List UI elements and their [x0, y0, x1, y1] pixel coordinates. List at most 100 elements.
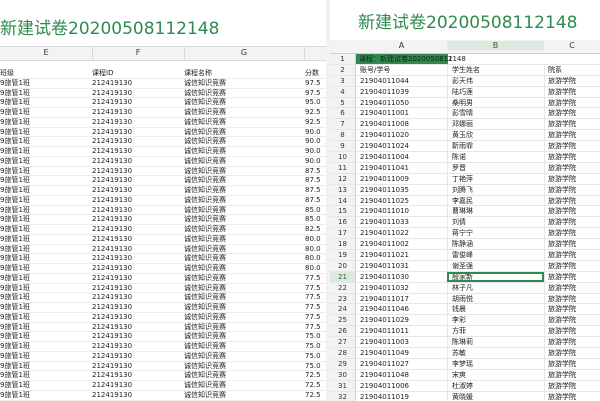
score-cell[interactable]: 92.5: [305, 108, 321, 118]
score-cell[interactable]: 77.5: [305, 284, 321, 294]
course-name-cell[interactable]: 诚信知识竞赛: [184, 79, 226, 89]
column-header-e[interactable]: E: [0, 48, 92, 57]
class-cell[interactable]: 9旅管1班: [0, 225, 30, 235]
course-name-cell[interactable]: 诚信知识竞赛: [184, 323, 226, 333]
department-cell[interactable]: 旅游学院: [548, 348, 576, 359]
score-cell[interactable]: 97.5: [305, 79, 321, 89]
student-name-cell[interactable]: 陆巧莲: [452, 87, 473, 98]
course-id-cell[interactable]: 212419130: [92, 313, 132, 323]
account-cell[interactable]: 21904011039: [360, 87, 409, 98]
score-cell[interactable]: 77.5: [305, 293, 321, 303]
row-number[interactable]: 21: [330, 271, 356, 282]
row-number[interactable]: 18: [330, 239, 356, 250]
course-name-cell[interactable]: 诚信知识竞赛: [184, 391, 226, 401]
score-cell[interactable]: 72.5: [305, 371, 321, 381]
department-cell[interactable]: 旅游学院: [548, 217, 576, 228]
score-cell[interactable]: 82.5: [305, 225, 321, 235]
course-id-cell[interactable]: 212419130: [92, 352, 132, 362]
account-cell[interactable]: 21904011046: [360, 304, 409, 315]
course-name-cell[interactable]: 诚信知识竞赛: [184, 332, 226, 342]
column-header-f[interactable]: F: [92, 48, 184, 57]
class-cell[interactable]: 9旅管1班: [0, 157, 30, 167]
account-cell[interactable]: 21904011010: [360, 206, 409, 217]
course-name-cell[interactable]: 诚信知识竞赛: [184, 108, 226, 118]
course-name-cell[interactable]: 诚信知识竞赛: [184, 128, 226, 138]
score-cell[interactable]: 97.5: [305, 89, 321, 99]
account-cell[interactable]: 21904011030: [360, 272, 409, 283]
account-cell[interactable]: 21904011035: [360, 185, 409, 196]
student-name-cell[interactable]: 罗晋: [452, 163, 466, 174]
course-id-cell[interactable]: 212419130: [92, 264, 132, 274]
row-number[interactable]: 12: [330, 173, 356, 184]
class-cell[interactable]: 9旅管1班: [0, 391, 30, 401]
course-name-cell[interactable]: 诚信知识竞赛: [184, 284, 226, 294]
header-student-name[interactable]: 学生姓名: [452, 65, 480, 76]
account-cell[interactable]: 21904011048: [360, 370, 409, 381]
account-cell[interactable]: 21904011002: [360, 239, 409, 250]
class-cell[interactable]: 9旅管1班: [0, 206, 30, 216]
student-name-cell[interactable]: 彭天伟: [452, 76, 473, 87]
row-number[interactable]: 9: [330, 141, 356, 152]
account-cell[interactable]: 21904011021: [360, 250, 409, 261]
course-name-cell[interactable]: 诚信知识竞赛: [184, 235, 226, 245]
account-cell[interactable]: 21904011006: [360, 381, 409, 392]
class-cell[interactable]: 9旅管1班: [0, 167, 30, 177]
course-id-cell[interactable]: 212419130: [92, 118, 132, 128]
score-cell[interactable]: 72.5: [305, 391, 321, 401]
account-cell[interactable]: 21904011001: [360, 108, 409, 119]
course-id-cell[interactable]: 212419130: [92, 206, 132, 216]
student-name-cell[interactable]: 方菲: [452, 326, 466, 337]
row-number[interactable]: 8: [330, 130, 356, 141]
row-number[interactable]: 2: [330, 64, 356, 75]
account-cell[interactable]: 21904011033: [360, 217, 409, 228]
course-name-cell[interactable]: 诚信知识竞赛: [184, 264, 226, 274]
course-id-cell[interactable]: 212419130: [92, 245, 132, 255]
course-id-cell[interactable]: 212419130: [92, 79, 132, 89]
score-cell[interactable]: 77.5: [305, 303, 321, 313]
score-cell[interactable]: 87.5: [305, 167, 321, 177]
header-class[interactable]: 班级: [0, 69, 14, 79]
score-cell[interactable]: 75.0: [305, 332, 321, 342]
header-department[interactable]: 院系: [548, 65, 562, 76]
row-number[interactable]: 6: [330, 108, 356, 119]
row-number[interactable]: 10: [330, 152, 356, 162]
course-id-cell[interactable]: 212419130: [92, 186, 132, 196]
student-name-cell[interactable]: 雷俊峰: [452, 250, 473, 261]
score-cell[interactable]: 90.0: [305, 147, 321, 157]
column-header-b[interactable]: B: [447, 41, 544, 50]
course-name-cell[interactable]: 诚信知识竞赛: [184, 381, 226, 391]
department-cell[interactable]: 旅游学院: [548, 381, 576, 392]
department-cell[interactable]: 旅游学院: [548, 304, 576, 315]
score-cell[interactable]: 75.0: [305, 362, 321, 372]
department-cell[interactable]: 旅游学院: [548, 337, 576, 348]
class-cell[interactable]: 9旅管1班: [0, 381, 30, 391]
student-name-cell[interactable]: 陈琳莉: [452, 337, 473, 348]
row-number[interactable]: 28: [330, 348, 356, 358]
class-cell[interactable]: 9旅管1班: [0, 128, 30, 138]
score-cell[interactable]: 85.0: [305, 206, 321, 216]
account-cell[interactable]: 21904011029: [360, 315, 409, 326]
score-cell[interactable]: 87.5: [305, 176, 321, 186]
score-cell[interactable]: 90.0: [305, 128, 321, 138]
score-cell[interactable]: 85.0: [305, 215, 321, 225]
class-cell[interactable]: 9旅管1班: [0, 254, 30, 264]
course-id-cell[interactable]: 212419130: [92, 323, 132, 333]
course-name-cell[interactable]: 诚信知识竞赛: [184, 89, 226, 99]
course-name-cell[interactable]: 诚信知识竞赛: [184, 206, 226, 216]
department-cell[interactable]: 旅游学院: [548, 294, 576, 305]
department-cell[interactable]: 旅游学院: [548, 206, 576, 217]
student-name-cell[interactable]: 苏敏: [452, 348, 466, 359]
course-id-cell[interactable]: 212419130: [92, 284, 132, 294]
course-id-cell[interactable]: 212419130: [92, 147, 132, 157]
student-name-cell[interactable]: 丁艳萍: [452, 174, 473, 185]
course-id-cell[interactable]: 212419130: [92, 362, 132, 372]
student-name-cell[interactable]: 刘腾飞: [452, 185, 473, 196]
class-cell[interactable]: 9旅管1班: [0, 284, 30, 294]
class-cell[interactable]: 9旅管1班: [0, 147, 30, 157]
course-name-cell[interactable]: 诚信知识竞赛: [184, 137, 226, 147]
student-name-cell[interactable]: 杜淑婷: [452, 381, 473, 392]
class-cell[interactable]: 9旅管1班: [0, 98, 30, 108]
department-cell[interactable]: 旅游学院: [548, 196, 576, 207]
department-cell[interactable]: 旅游学院: [548, 370, 576, 381]
class-cell[interactable]: 9旅管1班: [0, 186, 30, 196]
